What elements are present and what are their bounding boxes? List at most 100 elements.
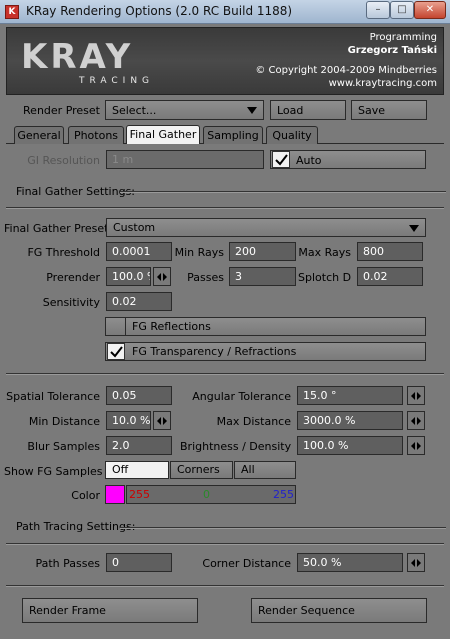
credit-author: Grzegorz Tański — [347, 45, 437, 56]
max-rays-field[interactable]: 800 — [357, 242, 423, 261]
section-divider — [6, 543, 444, 545]
fg-threshold-label: FG Threshold — [27, 246, 100, 259]
path-tracing-heading: Path Tracing Settings: — [16, 520, 136, 533]
splotch-field[interactable]: 0.02 — [357, 267, 423, 286]
render-sequence-button[interactable]: Render Sequence — [251, 598, 427, 623]
fg-transparency-box[interactable] — [107, 343, 125, 360]
fg-transparency-label: FG Transparency / Refractions — [132, 345, 297, 358]
fg-transparency-checkbox[interactable]: FG Transparency / Refractions — [105, 342, 426, 361]
auto-label: Auto — [296, 154, 322, 167]
path-tracing-divider — [120, 527, 446, 529]
check-icon — [110, 346, 123, 358]
spatial-tolerance-field[interactable]: 0.05 — [106, 386, 172, 405]
max-distance-label: Max Distance — [216, 415, 291, 428]
color-label: Color — [71, 489, 100, 502]
spinner-arrows-icon — [411, 417, 421, 425]
prerender-spinner[interactable] — [153, 267, 171, 286]
fg-settings-divider — [120, 191, 446, 193]
chevron-down-icon — [247, 107, 257, 114]
spinner-arrows-icon — [157, 273, 167, 281]
angular-tolerance-spinner[interactable] — [407, 386, 425, 405]
min-distance-label: Min Distance — [28, 415, 100, 428]
load-button[interactable]: Load — [270, 100, 346, 120]
save-button[interactable]: Save — [351, 100, 427, 120]
splotch-label: Splotch D — [298, 271, 352, 284]
sensitivity-label: Sensitivity — [42, 296, 100, 309]
spinner-arrows-icon — [411, 392, 421, 400]
fg-preset-dropdown[interactable]: Custom — [106, 218, 426, 237]
passes-field[interactable]: 3 — [229, 267, 296, 286]
spinner-arrows-icon — [157, 417, 167, 425]
fg-reflections-label: FG Reflections — [132, 320, 211, 333]
credit-website: www.kraytracing.com — [328, 78, 437, 89]
show-samples-off[interactable]: Off — [105, 461, 169, 479]
kray-logo: KRAY TRACING — [21, 37, 154, 86]
min-distance-spinner[interactable] — [153, 411, 171, 430]
spinner-arrows-icon — [411, 442, 421, 450]
fg-reflections-box[interactable] — [106, 318, 126, 335]
angular-tolerance-label: Angular Tolerance — [192, 390, 291, 403]
fg-preset-label: Final Gather Preset — [4, 222, 109, 235]
render-preset-dropdown[interactable]: Select... — [105, 100, 264, 120]
show-samples-corners[interactable]: Corners — [170, 461, 233, 479]
color-rgb-field[interactable]: 255 0 255 — [126, 485, 296, 504]
max-distance-spinner[interactable] — [407, 411, 425, 430]
spinner-arrows-icon — [411, 559, 421, 567]
window-title: KRay Rendering Options (2.0 RC Build 118… — [26, 4, 293, 18]
auto-checkbox[interactable]: Auto — [270, 150, 426, 169]
color-blue-value: 255 — [273, 488, 294, 501]
gi-resolution-label: GI Resolution — [27, 154, 100, 167]
show-samples-all[interactable]: All — [234, 461, 296, 479]
tab-quality[interactable]: Quality — [266, 126, 318, 144]
tab-final-gather[interactable]: Final Gather — [126, 125, 200, 144]
render-frame-button[interactable]: Render Frame — [22, 598, 198, 623]
render-preset-value: Select... — [112, 104, 157, 117]
close-button[interactable]: ✕ — [414, 1, 446, 19]
corner-distance-label: Corner Distance — [202, 557, 291, 570]
blur-samples-label: Blur Samples — [27, 440, 100, 453]
tab-sampling[interactable]: Sampling — [203, 126, 263, 144]
auto-check-box[interactable] — [272, 151, 290, 168]
angular-tolerance-field[interactable]: 15.0 ° — [297, 386, 403, 405]
prerender-label: Prerender — [46, 271, 100, 284]
credit-programming: Programming — [369, 32, 437, 43]
path-passes-field[interactable]: 0 — [106, 553, 172, 572]
app-icon: K — [5, 5, 19, 19]
min-rays-field[interactable]: 200 — [229, 242, 296, 261]
path-passes-label: Path Passes — [35, 557, 100, 570]
section-divider — [6, 373, 444, 375]
gi-resolution-field[interactable]: 1 m — [106, 150, 264, 169]
credit-copyright: © Copyright 2004-2009 Mindberries — [255, 65, 437, 76]
sensitivity-field[interactable]: 0.02 — [106, 292, 172, 311]
svg-text:KRAY: KRAY — [21, 37, 133, 77]
max-distance-field[interactable]: 3000.0 % — [297, 411, 403, 430]
spatial-tolerance-label: Spatial Tolerance — [6, 390, 100, 403]
tab-photons[interactable]: Photons — [68, 126, 124, 144]
show-fg-samples-label: Show FG Samples — [4, 465, 103, 478]
color-swatch[interactable] — [105, 485, 125, 504]
fg-settings-heading: Final Gather Settings: — [16, 185, 136, 198]
chevron-down-icon — [409, 225, 419, 232]
color-green-value: 0 — [203, 488, 210, 501]
prerender-field[interactable]: 100.0 % — [106, 267, 151, 286]
corner-distance-spinner[interactable] — [407, 553, 425, 572]
brightness-density-field[interactable]: 100.0 % — [297, 436, 403, 455]
maximize-button[interactable]: □ — [390, 1, 414, 19]
tab-general[interactable]: General — [14, 126, 64, 144]
banner: KRAY TRACING Programming Grzegorz Tański… — [6, 27, 444, 95]
min-distance-field[interactable]: 10.0 % — [106, 411, 151, 430]
minimize-button[interactable]: – — [366, 1, 390, 19]
section-divider — [6, 585, 444, 587]
fg-preset-value: Custom — [113, 221, 156, 234]
fg-reflections-checkbox[interactable]: FG Reflections — [105, 317, 426, 336]
render-preset-label: Render Preset — [23, 104, 100, 117]
max-rays-label: Max Rays — [298, 246, 351, 259]
fg-threshold-field[interactable]: 0.0001 — [106, 242, 172, 261]
svg-text:TRACING: TRACING — [78, 76, 154, 86]
section-divider — [6, 207, 444, 209]
corner-distance-field[interactable]: 50.0 % — [297, 553, 403, 572]
brightness-density-spinner[interactable] — [407, 436, 425, 455]
blur-samples-field[interactable]: 2.0 — [106, 436, 172, 455]
brightness-density-label: Brightness / Density — [180, 440, 292, 453]
check-icon — [275, 154, 288, 166]
